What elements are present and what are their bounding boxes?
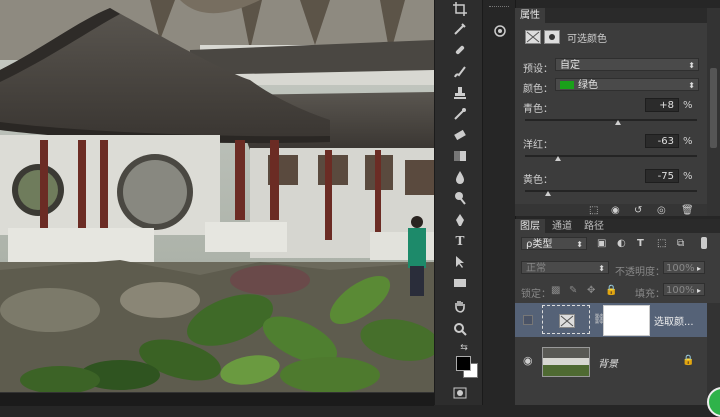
crop-icon[interactable]: [451, 0, 469, 18]
filter-shape-icon[interactable]: ⬚: [657, 238, 666, 249]
pen-icon[interactable]: [451, 211, 469, 229]
foreground-color-swatch[interactable]: [456, 356, 471, 371]
cyan-unit: %: [683, 100, 693, 111]
filter-type-icon[interactable]: T: [637, 238, 644, 249]
healing-brush-icon[interactable]: [451, 41, 469, 59]
yellow-unit: %: [683, 171, 693, 182]
blur-icon[interactable]: [451, 168, 469, 186]
quick-mask-icon[interactable]: [451, 384, 469, 402]
adjustment-title: 可选颜色: [567, 34, 607, 45]
zoom-icon[interactable]: [451, 320, 469, 338]
lock-all-icon[interactable]: 🔒: [605, 285, 617, 296]
adjustment-layer-icon: [525, 30, 541, 44]
brush-icon[interactable]: [451, 63, 469, 81]
visibility-icon[interactable]: ◎: [657, 205, 666, 216]
visibility-checkbox[interactable]: [523, 315, 533, 325]
colors-swatch: [560, 81, 574, 89]
cyan-slider-track[interactable]: [525, 119, 697, 121]
preset-select[interactable]: 自定 ⬍: [555, 58, 699, 71]
lock-pixels-icon[interactable]: ✎: [569, 285, 577, 296]
layer-filter-select[interactable]: ρ类型 ⬍: [521, 237, 587, 250]
dodge-icon[interactable]: [451, 189, 469, 207]
reset-icon[interactable]: ↺: [634, 205, 642, 216]
type-icon[interactable]: T: [451, 232, 469, 250]
filter-pixel-icon[interactable]: ▣: [597, 238, 606, 249]
magenta-value[interactable]: -63: [645, 134, 679, 148]
rectangle-icon[interactable]: [451, 274, 469, 292]
document-canvas[interactable]: [0, 0, 434, 392]
opacity-field[interactable]: 100% ▸: [663, 261, 705, 274]
filter-toggle[interactable]: [701, 237, 707, 249]
layer-name[interactable]: 背景: [598, 355, 618, 370]
collapsed-panels-strip: [482, 0, 516, 405]
layer-mask-thumbnail[interactable]: [603, 305, 650, 336]
eraser-icon[interactable]: [451, 126, 469, 144]
status-bar: [0, 392, 434, 406]
adjustments-icon[interactable]: [491, 22, 509, 40]
yellow-slider-handle[interactable]: [545, 191, 551, 196]
lock-position-icon[interactable]: ✥: [587, 285, 595, 296]
layer-row-background[interactable]: ◉ 背景 🔒: [515, 343, 720, 377]
layers-panel: 图层 通道 路径 ρ类型 ⬍ ▣ ◐ T ⬚ ⧉ 正常 ⬍ 不透明度： 100% ▸ …: [515, 219, 720, 417]
tab-paths[interactable]: 路径: [579, 219, 609, 234]
background-thumbnail: [542, 347, 590, 377]
layer-name[interactable]: 选取颜...: [654, 313, 694, 328]
tab-properties[interactable]: 属性: [515, 8, 545, 23]
magenta-slider-track[interactable]: [525, 155, 697, 157]
lock-icon: 🔒: [682, 355, 695, 366]
adjustment-thumbnail-icon: [542, 305, 590, 334]
layer-row-selective-color[interactable]: ⛓ 选取颜...: [515, 303, 720, 337]
fill-field[interactable]: 100% ▸: [663, 283, 705, 296]
magenta-slider-handle[interactable]: [555, 156, 561, 161]
cyan-value[interactable]: +8: [645, 98, 679, 112]
yellow-value[interactable]: -75: [645, 169, 679, 183]
gradient-icon[interactable]: [451, 147, 469, 165]
colors-select[interactable]: 绿色 ⬍: [555, 78, 699, 91]
filter-adjustment-icon[interactable]: ◐: [617, 238, 626, 249]
filter-smart-icon[interactable]: ⧉: [677, 238, 684, 249]
cyan-slider-handle[interactable]: [615, 120, 621, 125]
properties-panel: 属性 可选颜色 预设： 自定 ⬍ 颜色： 绿色 ⬍ 青色： +8 % 洋红： -63…: [515, 8, 707, 216]
tools-panel: T ⇆: [434, 0, 483, 405]
blend-mode-select[interactable]: 正常 ⬍: [521, 261, 609, 274]
path-selection-icon[interactable]: [451, 253, 469, 271]
tab-channels[interactable]: 通道: [547, 219, 577, 234]
lock-transparent-icon[interactable]: ▩: [551, 285, 560, 296]
properties-scrollbar[interactable]: [707, 8, 720, 216]
tab-layers[interactable]: 图层: [515, 219, 545, 234]
history-brush-icon[interactable]: [451, 105, 469, 123]
grip-icon[interactable]: [489, 6, 509, 9]
swap-colors-icon[interactable]: ⇆: [455, 339, 473, 357]
magenta-unit: %: [683, 136, 693, 147]
clip-to-layer-icon[interactable]: ⬚: [589, 205, 598, 216]
layer-mask-icon[interactable]: [544, 30, 560, 44]
eyedropper-icon[interactable]: [451, 20, 469, 38]
eye-icon[interactable]: ◉: [523, 354, 533, 367]
trash-icon[interactable]: 🗑: [681, 205, 694, 216]
clone-stamp-icon[interactable]: [451, 84, 469, 102]
view-previous-icon[interactable]: ◉: [611, 205, 620, 216]
garden-pavilion-photo: [0, 0, 434, 392]
hand-icon[interactable]: [451, 298, 469, 316]
